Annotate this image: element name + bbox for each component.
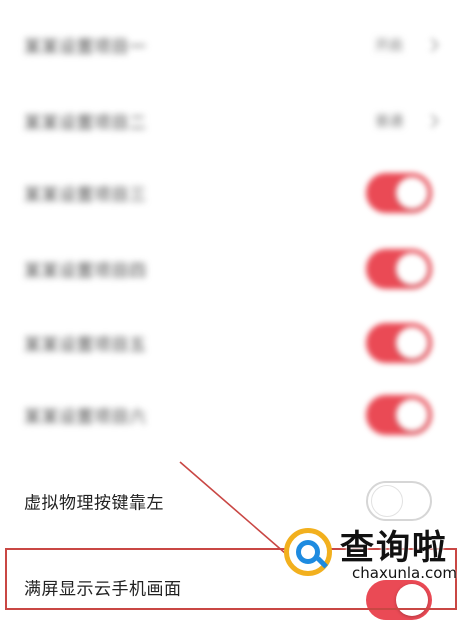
watermark-brand: 查询啦: [340, 528, 448, 568]
toggle-switch[interactable]: [366, 395, 432, 435]
toggle-switch[interactable]: [366, 173, 432, 213]
chevron-right-icon: [424, 37, 440, 53]
settings-row-value: 开启: [375, 38, 403, 54]
watermark-url: chaxunla.com: [352, 564, 457, 582]
settings-row-5: 某某设置项目五: [0, 308, 463, 378]
settings-row-6: 某某设置项目六: [0, 380, 463, 450]
settings-row-value: 普通: [375, 114, 403, 130]
settings-row-label: 某某设置项目三: [24, 185, 147, 206]
chevron-right-icon: [424, 113, 440, 129]
settings-row-label: 某某设置项目六: [24, 407, 147, 428]
settings-row-label: 某某设置项目五: [24, 335, 147, 356]
magnifier-logo-icon: [284, 528, 332, 576]
settings-row-label: 虚拟物理按键靠左: [24, 493, 164, 514]
settings-row-label: 某某设置项目二: [24, 113, 147, 134]
toggle-knob: [396, 327, 428, 359]
settings-row-4: 某某设置项目四: [0, 234, 463, 304]
settings-row-label: 某某设置项目一: [24, 37, 147, 58]
watermark: 查询啦 chaxunla.com: [280, 512, 460, 592]
settings-row-label: 某某设置项目四: [24, 261, 147, 282]
toggle-knob: [396, 253, 428, 285]
toggle-knob: [396, 177, 428, 209]
toggle-switch[interactable]: [366, 323, 432, 363]
settings-row-2[interactable]: 某某设置项目二 普通: [0, 86, 463, 156]
settings-row-3: 某某设置项目三: [0, 158, 463, 228]
settings-row-1[interactable]: 某某设置项目一 开启: [0, 10, 463, 80]
toggle-knob: [396, 399, 428, 431]
toggle-switch[interactable]: [366, 249, 432, 289]
